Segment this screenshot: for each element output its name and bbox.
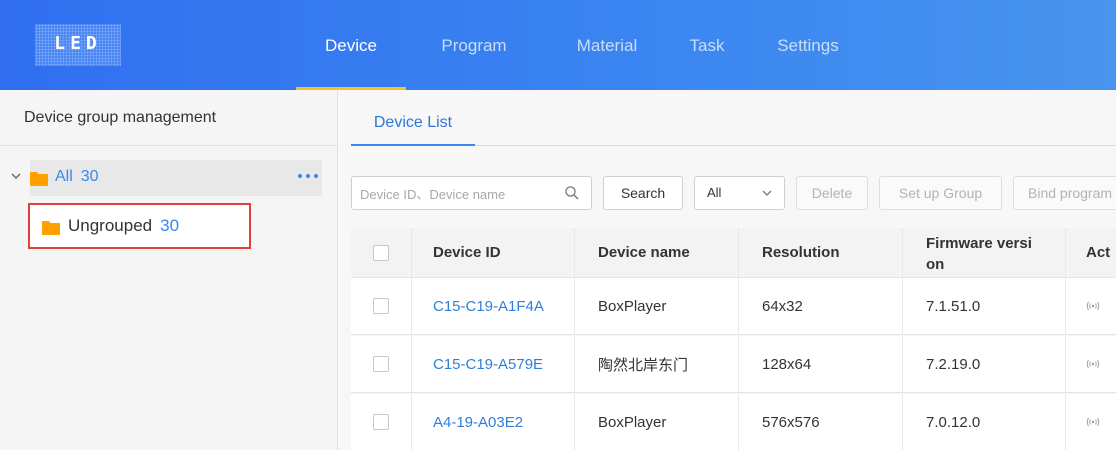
main-content: Device List Search All Delete Set up Gro… <box>338 90 1116 450</box>
chevron-down-icon[interactable] <box>8 168 24 184</box>
nav-device[interactable]: Device <box>296 0 406 90</box>
table-header-row: Device ID Device name Resolution Firmwar… <box>351 228 1116 278</box>
select-all-checkbox[interactable] <box>373 244 389 261</box>
row-checkbox-cell <box>351 278 412 334</box>
device-name-cell: 陶然北岸东门 <box>575 336 739 392</box>
search-input[interactable] <box>360 183 556 205</box>
led-logo[interactable]: LED <box>35 24 121 66</box>
row-checkbox-cell <box>351 394 412 450</box>
bind-program-button[interactable]: Bind program li <box>1013 176 1116 210</box>
header-firmware-version[interactable]: Firmware versi on <box>903 228 1066 277</box>
tree-node-all[interactable]: All 30 <box>0 160 338 196</box>
search-button[interactable]: Search <box>603 176 683 210</box>
action-cell <box>1066 394 1116 450</box>
device-id-link[interactable]: A4-19-A03E2 <box>412 394 575 450</box>
header-resolution[interactable]: Resolution <box>739 228 903 277</box>
sidebar-title: Device group management <box>0 90 337 146</box>
search-icon[interactable] <box>564 185 580 201</box>
header-device-name[interactable]: Device name <box>575 228 739 277</box>
row-checkbox[interactable] <box>373 298 389 314</box>
firmware-cell: 7.2.19.0 <box>903 336 1066 392</box>
firmware-cell: 7.0.12.0 <box>903 394 1066 450</box>
setup-group-button[interactable]: Set up Group <box>879 176 1002 210</box>
row-checkbox[interactable] <box>373 414 389 430</box>
tree-node-ungrouped[interactable]: Ungrouped 30 <box>28 203 251 249</box>
nav-program[interactable]: Program <box>406 0 542 90</box>
delete-button[interactable]: Delete <box>796 176 868 210</box>
tree-node-all-label[interactable]: All 30 <box>55 168 99 186</box>
tab-bar: Device List <box>351 108 1116 146</box>
main-nav: Device Program Material Task Settings <box>296 0 874 90</box>
nav-settings[interactable]: Settings <box>742 0 874 90</box>
tab-device-list[interactable]: Device List <box>351 108 475 146</box>
app-root: LED Device Program Material Task Setting… <box>0 0 1116 450</box>
chevron-down-icon <box>762 190 772 196</box>
tree-ungrouped-text: Ungrouped <box>68 216 153 235</box>
signal-icon[interactable] <box>1086 417 1100 427</box>
more-dots-icon[interactable] <box>298 174 322 180</box>
logo-text: LED <box>54 33 102 54</box>
table-row: C15-C19-A579E 陶然北岸东门 128x64 7.2.19.0 <box>351 336 1116 393</box>
device-group-sidebar: Device group management All 30 Ungrouped 3… <box>0 90 338 450</box>
folder-icon <box>42 221 60 235</box>
row-checkbox-cell <box>351 336 412 392</box>
folder-icon <box>30 172 48 186</box>
device-name-cell: BoxPlayer <box>575 278 739 334</box>
resolution-cell: 64x32 <box>739 278 903 334</box>
header-firmware-text: Firmware versi on <box>926 234 1032 273</box>
signal-icon[interactable] <box>1086 359 1100 369</box>
status-filter-value: All <box>707 185 722 200</box>
tree-all-text: All <box>55 168 73 185</box>
status-filter-select[interactable]: All <box>694 176 785 210</box>
header-device-id[interactable]: Device ID <box>412 228 575 277</box>
device-id-link[interactable]: C15-C19-A579E <box>412 336 575 392</box>
table-row: A4-19-A03E2 BoxPlayer 576x576 7.0.12.0 <box>351 394 1116 450</box>
tree-all-count: 30 <box>80 168 99 185</box>
firmware-cell: 7.1.51.0 <box>903 278 1066 334</box>
table-row: C15-C19-A1F4A BoxPlayer 64x32 7.1.51.0 <box>351 278 1116 335</box>
action-cell <box>1066 278 1116 334</box>
tree-node-ungrouped-label[interactable]: Ungrouped 30 <box>68 216 179 236</box>
device-name-cell: BoxPlayer <box>575 394 739 450</box>
header-checkbox-cell <box>351 228 412 277</box>
tree-ungrouped-count: 30 <box>160 216 180 235</box>
header-action: Act <box>1086 244 1111 261</box>
signal-icon[interactable] <box>1086 301 1100 311</box>
device-id-link[interactable]: C15-C19-A1F4A <box>412 278 575 334</box>
action-cell <box>1066 336 1116 392</box>
nav-material[interactable]: Material <box>542 0 672 90</box>
nav-task[interactable]: Task <box>672 0 742 90</box>
search-box[interactable] <box>351 176 592 210</box>
row-checkbox[interactable] <box>373 356 389 372</box>
top-header: LED Device Program Material Task Setting… <box>0 0 1116 90</box>
resolution-cell: 128x64 <box>739 336 903 392</box>
resolution-cell: 576x576 <box>739 394 903 450</box>
